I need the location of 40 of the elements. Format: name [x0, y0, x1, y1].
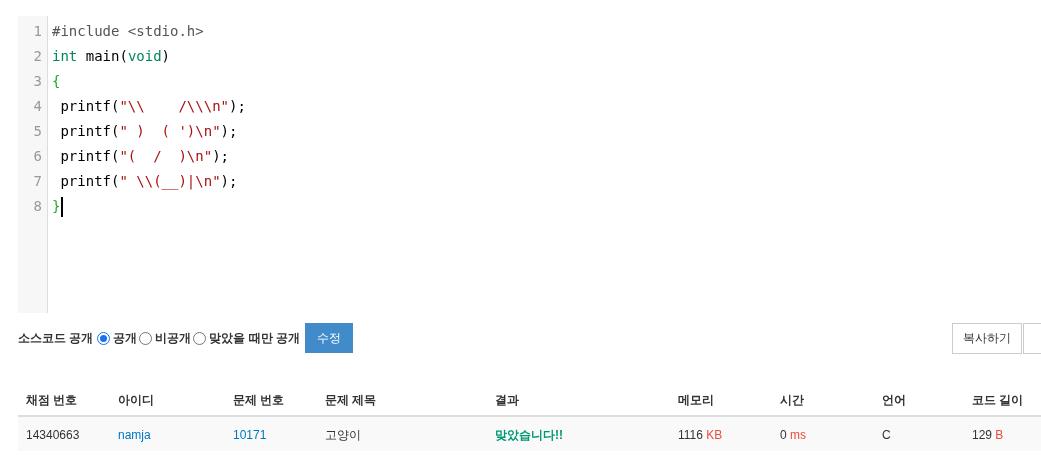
table-cell: 0 ms [780, 428, 807, 442]
table-cell: 129 B [972, 428, 1004, 442]
radio-label: 맞았을 때만 공개 [209, 330, 300, 347]
column-header: 문제 제목 [325, 393, 377, 407]
table-cell: C [882, 428, 891, 442]
line-number: 5 [33, 122, 42, 141]
line-number: 7 [33, 172, 42, 191]
line-number: 3 [33, 72, 42, 91]
radio-label: 공개 [113, 330, 138, 347]
table-cell: 고양이 [325, 428, 361, 442]
line-number: 4 [33, 97, 42, 116]
table-link[interactable]: 10171 [233, 428, 267, 442]
column-header: 결과 [495, 393, 519, 407]
line-number: 6 [33, 147, 42, 166]
column-header: 아이디 [118, 393, 154, 407]
code-line: { [52, 72, 61, 91]
source-visibility-label: 소스코드 공개 [18, 330, 94, 347]
table-cell: 맞았습니다!! [495, 428, 563, 442]
code-line: } [52, 197, 61, 216]
copy-button[interactable]: 복사하기 [952, 322, 1022, 354]
column-header: 시간 [780, 393, 804, 407]
table-link[interactable]: namja [118, 428, 151, 442]
column-header: 언어 [882, 393, 906, 407]
code-line: int main(void) [52, 47, 171, 66]
submit-button[interactable]: 수정 [305, 323, 353, 353]
column-header: 문제 번호 [233, 393, 285, 407]
column-header: 코드 길이 [972, 393, 1024, 407]
code-line: printf(" \\(__)|\n"); [59, 172, 238, 192]
radio-label: 비공개 [155, 330, 192, 347]
line-number: 8 [33, 197, 42, 216]
table-cell: 1116 KB [678, 428, 723, 442]
line-number: 1 [33, 22, 42, 41]
table-cell: 14340663 [26, 428, 80, 442]
column-header: 채점 번호 [26, 393, 78, 407]
column-header: 메모리 [678, 393, 714, 407]
code-line: printf("\\ /\\\n"); [59, 97, 246, 116]
code-line: #include <stdio.h> [52, 22, 204, 41]
code-line: printf(" ) ( ')\n"); [59, 122, 238, 141]
line-number: 2 [33, 47, 42, 66]
code-line: printf("( / )\n"); [59, 147, 229, 166]
